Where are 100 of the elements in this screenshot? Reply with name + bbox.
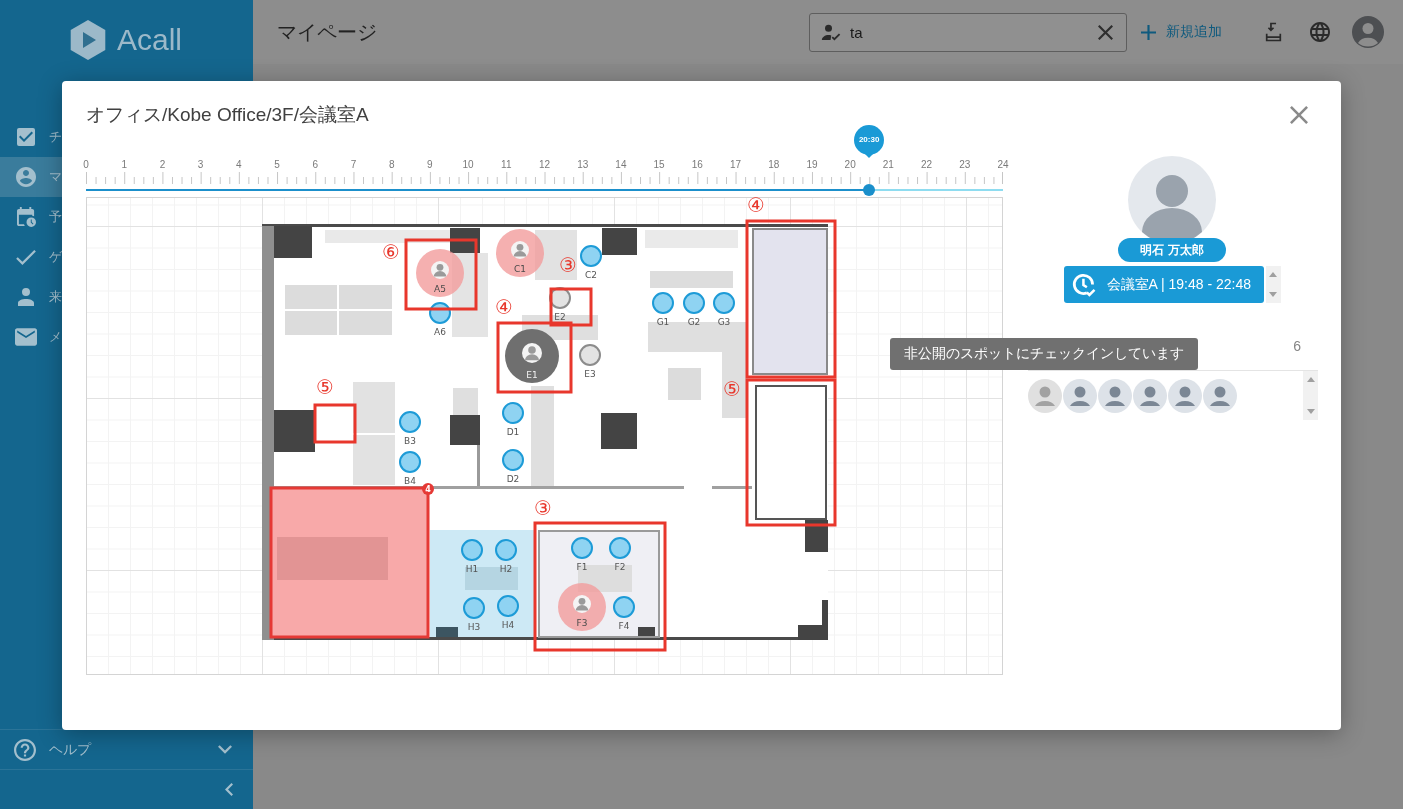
seat-label: E3: [584, 369, 596, 379]
nav-item[interactable]: チ: [0, 117, 62, 157]
person-icon: [573, 595, 591, 613]
desk: [339, 285, 392, 309]
annotation-box: [313, 403, 357, 444]
help-icon: [14, 738, 36, 761]
desk: [353, 382, 395, 433]
scrollbar[interactable]: [1303, 371, 1318, 420]
time-tick-label: 18: [768, 159, 780, 170]
name-badge: 明石 万太郎: [1118, 238, 1226, 262]
seat-label: E2: [554, 312, 566, 322]
time-tick-label: 5: [274, 159, 280, 170]
seat-label: G2: [687, 317, 701, 327]
nav-item[interactable]: メ: [0, 317, 62, 357]
time-tick-label: 24: [997, 159, 1009, 170]
time-tick-label: 0: [83, 159, 89, 170]
person-check-icon: [821, 23, 841, 41]
wall: [712, 486, 752, 489]
hexagon-play-icon: [68, 20, 108, 60]
nav-item[interactable]: 来: [0, 277, 62, 317]
time-tick-label: 3: [197, 159, 204, 170]
time-bubble: 20:30: [854, 125, 885, 158]
caret-up-icon[interactable]: [1269, 272, 1277, 277]
caret-down-icon[interactable]: [1269, 292, 1277, 297]
seat-label: B4: [404, 476, 416, 486]
desk: [668, 368, 701, 400]
pillar: [602, 228, 637, 255]
caret-up-icon[interactable]: [1306, 377, 1315, 382]
person-icon: [522, 343, 542, 363]
time-tick-label: 16: [691, 159, 703, 170]
user-avatar-icon[interactable]: [1352, 16, 1384, 48]
desk: [285, 311, 337, 335]
seat-label: G3: [717, 317, 731, 327]
person-avatar-icon[interactable]: [1098, 379, 1132, 413]
time-tick-label: 1: [121, 159, 127, 170]
person-avatar-icon[interactable]: [1133, 379, 1167, 413]
seat-label: A5: [434, 284, 446, 294]
seat-label: E1: [526, 370, 538, 380]
dialog-title: オフィス/Kobe Office/3F/会議室A: [86, 103, 369, 127]
desk: [339, 311, 392, 335]
person-icon: [431, 261, 449, 279]
app-logo-text: Acall: [117, 25, 183, 55]
globe-icon[interactable]: [1310, 22, 1330, 42]
seat-label: F2: [614, 562, 626, 572]
booking-button[interactable]: 会議室A | 19:48 - 22:48: [1063, 266, 1264, 303]
clear-icon[interactable]: [1098, 24, 1113, 40]
time-tick-label: 17: [729, 159, 742, 170]
table: [465, 567, 518, 590]
search-field[interactable]: ta: [809, 12, 1127, 52]
time-tick-label: 10: [462, 159, 474, 170]
time-tick-label: 4: [236, 159, 242, 170]
person-avatar-icon[interactable]: [1168, 379, 1202, 413]
seat-label: H4: [501, 620, 515, 630]
seat-label: D1: [506, 427, 520, 437]
tray-arrow-icon[interactable]: [1265, 21, 1282, 43]
page-title: マイページ: [277, 19, 377, 45]
person-icon: [18, 288, 34, 306]
pillar: [274, 410, 315, 452]
seat-label: B3: [404, 436, 416, 446]
caret-down-icon[interactable]: [1306, 409, 1315, 414]
time-tick-label: 15: [653, 159, 665, 170]
time-tick-label: 20: [844, 159, 856, 170]
annotation-number: ⑤: [316, 375, 334, 399]
timeline-thumb[interactable]: [863, 184, 876, 196]
seat-label: H3: [467, 622, 481, 632]
seat-label: G1: [656, 317, 670, 327]
checkbox-icon: [17, 128, 35, 146]
chevron-down-icon: [218, 745, 232, 754]
mail-icon: [15, 328, 37, 346]
pillar: [436, 627, 458, 637]
time-tick-label: 8: [388, 159, 395, 170]
seat-label: C1: [514, 264, 526, 274]
seat-label: H1: [465, 564, 479, 574]
time-tick-label: 9: [427, 159, 433, 170]
default-avatar-icon[interactable]: [1028, 379, 1062, 413]
annotation-number: ③: [559, 253, 577, 277]
time-tick-label: 12: [538, 159, 551, 170]
add-button[interactable]: 新規追加: [1141, 23, 1222, 41]
booked-room-highlight[interactable]: [269, 486, 430, 639]
person-avatar-icon[interactable]: [1063, 379, 1097, 413]
count-badge: 4: [422, 483, 434, 495]
collapse-button[interactable]: [225, 783, 233, 796]
seat-label: H2: [499, 564, 513, 574]
nav-item[interactable]: マ: [0, 157, 62, 197]
desk: [353, 435, 395, 485]
tooltip: 非公開のスポットにチェックインしています: [890, 338, 1198, 370]
wall: [822, 600, 828, 625]
close-button[interactable]: [1290, 106, 1308, 124]
annotation-number: ④: [495, 295, 513, 319]
pillar: [450, 415, 480, 445]
time-tick-label: 19: [806, 159, 818, 170]
person-avatar-icon[interactable]: [1203, 379, 1237, 413]
annotation-number: ⑥: [382, 240, 400, 264]
scrollbar[interactable]: [1265, 266, 1281, 303]
nav-item[interactable]: 予: [0, 197, 62, 237]
pillar: [274, 226, 312, 258]
desk: [285, 285, 337, 309]
seat-label: F3: [576, 618, 588, 628]
nav-item[interactable]: ゲ: [0, 237, 62, 277]
annotation-number: ③: [534, 496, 552, 520]
